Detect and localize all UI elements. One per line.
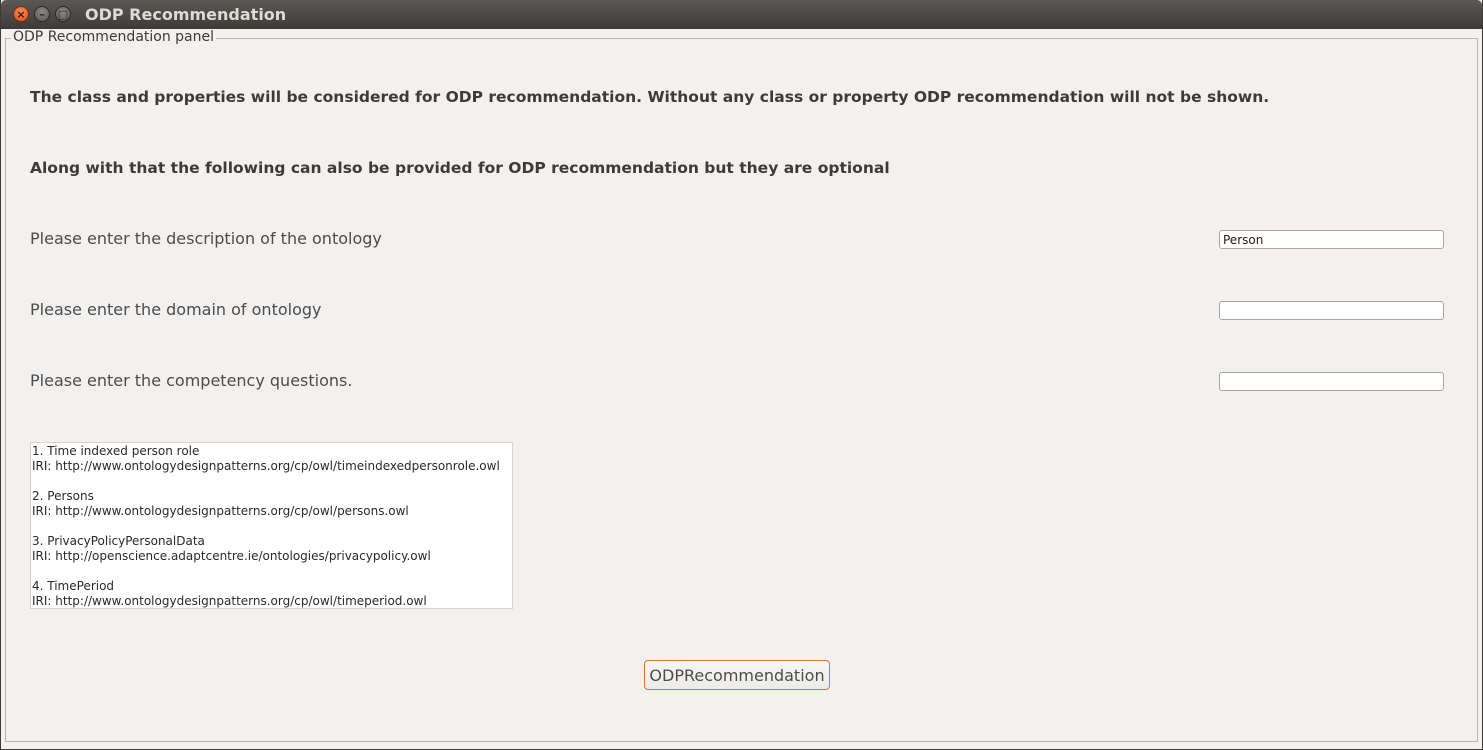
description-label: Please enter the description of the onto…: [30, 229, 382, 248]
result-item: 2. Persons IRI: http://www.ontologydesig…: [32, 489, 512, 519]
title-bar[interactable]: × – □ ODP Recommendation: [1, 0, 1482, 29]
result-item: 4. TimePeriod IRI: http://www.ontologyde…: [32, 579, 512, 608]
result-iri: IRI: http://openscience.adaptcentre.ie/o…: [32, 549, 431, 563]
minimize-icon[interactable]: –: [34, 6, 50, 22]
result-title: 2. Persons: [32, 489, 94, 503]
close-icon[interactable]: ×: [13, 6, 29, 22]
panel-legend: ODP Recommendation panel: [11, 29, 217, 45]
competency-label: Please enter the competency questions.: [30, 371, 353, 390]
odp-recommendation-button[interactable]: ODPRecommendation: [644, 660, 830, 690]
result-item: 3. PrivacyPolicyPersonalData IRI: http:/…: [32, 534, 512, 564]
recommendation-results[interactable]: 1. Time indexed person role IRI: http://…: [30, 442, 513, 609]
result-iri: IRI: http://www.ontologydesignpatterns.o…: [32, 594, 427, 608]
result-iri: IRI: http://www.ontologydesignpatterns.o…: [32, 459, 500, 473]
domain-label: Please enter the domain of ontology: [30, 300, 322, 319]
info-text-required: The class and properties will be conside…: [30, 88, 1270, 106]
competency-questions-input[interactable]: [1219, 372, 1444, 391]
result-title: 3. PrivacyPolicyPersonalData: [32, 534, 205, 548]
result-item: 1. Time indexed person role IRI: http://…: [32, 444, 512, 474]
description-input[interactable]: [1219, 230, 1444, 249]
maximize-icon[interactable]: □: [55, 6, 71, 22]
domain-input[interactable]: [1219, 301, 1444, 320]
window-title: ODP Recommendation: [85, 5, 287, 24]
app-window: × – □ ODP Recommendation ODP Recommendat…: [0, 0, 1483, 750]
result-title: 4. TimePeriod: [32, 579, 115, 593]
result-title: 1. Time indexed person role: [32, 444, 200, 458]
info-text-optional: Along with that the following can also b…: [30, 159, 890, 177]
result-iri: IRI: http://www.ontologydesignpatterns.o…: [32, 504, 409, 518]
